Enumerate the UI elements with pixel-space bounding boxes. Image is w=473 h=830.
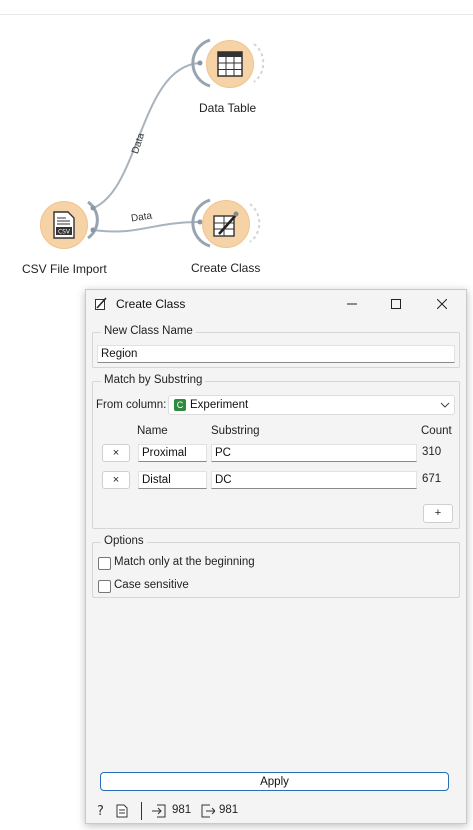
column-header-substring: Substring: [211, 425, 260, 437]
from-column-label: From column:: [96, 399, 167, 411]
help-icon[interactable]: ?: [96, 803, 108, 820]
class-name-input[interactable]: Region: [97, 345, 455, 363]
from-column-value: Experiment: [190, 399, 249, 411]
match-beginning-label[interactable]: Match only at the beginning: [114, 556, 255, 568]
match-by-substring-group: Match by Substring From column: C Experi…: [92, 374, 460, 529]
close-button[interactable]: [429, 294, 455, 314]
from-column-select[interactable]: C Experiment: [168, 395, 455, 415]
close-icon: [437, 299, 447, 309]
match-beginning-checkbox[interactable]: [98, 557, 111, 570]
column-header-name: Name: [137, 425, 168, 437]
create-class-icon: [202, 200, 250, 248]
options-title: Options: [101, 535, 147, 547]
create-class-output-port: [249, 203, 261, 243]
case-sensitive-checkbox[interactable]: [98, 580, 111, 593]
input-count: 981: [172, 804, 192, 816]
chevron-down-icon: [440, 398, 450, 415]
input-icon: [152, 804, 166, 821]
categorical-variable-icon: C: [174, 399, 186, 411]
rule-substring-input[interactable]: DC: [211, 471, 417, 489]
csv-file-import-label: CSV File Import: [22, 262, 107, 276]
rule-count: 671: [422, 473, 442, 485]
new-class-name-title: New Class Name: [101, 325, 196, 337]
rule-name-input[interactable]: Proximal: [138, 444, 207, 462]
data-table-output-port: [253, 43, 265, 83]
svg-text:CSV: CSV: [58, 229, 71, 236]
svg-text:?: ?: [97, 804, 104, 817]
remove-rule-button[interactable]: ×: [102, 471, 130, 489]
rule-substring-input[interactable]: PC: [211, 444, 417, 462]
maximize-button[interactable]: [383, 294, 409, 314]
apply-button[interactable]: Apply: [100, 772, 449, 791]
output-count: 981: [219, 804, 239, 816]
data-table-icon: [206, 40, 254, 88]
dialog-titlebar[interactable]: Create Class: [86, 290, 466, 318]
create-class-title-icon: [95, 297, 107, 310]
minimize-button[interactable]: [339, 294, 365, 314]
add-rule-button[interactable]: +: [423, 504, 453, 523]
maximize-icon: [391, 299, 401, 309]
output-icon: [201, 804, 216, 821]
csv-file-icon: CSV: [40, 201, 88, 249]
status-separator: [141, 802, 142, 820]
case-sensitive-label[interactable]: Case sensitive: [114, 579, 189, 591]
create-class-label: Create Class: [191, 261, 261, 275]
options-group: Options Match only at the beginning Case…: [92, 535, 460, 598]
rule-name-input[interactable]: Distal: [138, 471, 207, 489]
dialog-title: Create Class: [116, 297, 186, 311]
link-csv-to-create-class: [92, 221, 201, 233]
create-class-dialog: Create Class New Class Name Region Match…: [85, 289, 467, 824]
report-icon[interactable]: [116, 804, 128, 821]
column-header-count: Count: [421, 425, 452, 437]
minimize-icon: [347, 303, 357, 305]
data-table-label: Data Table: [199, 101, 257, 115]
match-by-substring-title: Match by Substring: [101, 374, 206, 386]
new-class-name-group: New Class Name Region: [92, 325, 460, 368]
rule-count: 310: [422, 446, 442, 458]
remove-rule-button[interactable]: ×: [102, 444, 130, 462]
